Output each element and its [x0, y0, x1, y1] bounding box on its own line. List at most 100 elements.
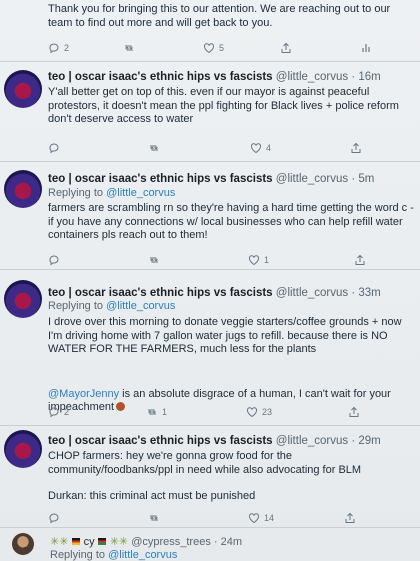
heart-icon [248, 255, 260, 266]
tweet-actions: 1 [48, 254, 368, 268]
analytics-button[interactable] [360, 42, 372, 54]
reply-button[interactable]: 2 [48, 406, 69, 418]
share-icon [281, 42, 291, 53]
reply-icon [49, 513, 59, 524]
heart-icon [248, 513, 260, 524]
replying-to-label: Replying to [50, 549, 109, 561]
reply-count: 2 [64, 407, 70, 417]
tweet-actions: 4 [48, 142, 368, 156]
tweet-header: teo | oscar isaac's ethnic hips vs fasci… [48, 173, 374, 185]
like-count: 5 [219, 43, 225, 53]
reply-target-link[interactable]: @little_corvus [108, 549, 177, 561]
twitter-thread-screen: Thank you for bringing this to our atten… [0, 0, 420, 561]
like-count: 1 [264, 255, 270, 265]
tweet-actions: 14 [48, 512, 368, 526]
heart-icon [203, 43, 215, 54]
handle-time: @little_corvus · 33m [275, 287, 381, 299]
reply-target-link[interactable]: @little_corvus [106, 300, 175, 312]
retweet-button[interactable] [148, 254, 160, 266]
tweet[interactable]: teo | oscar isaac's ethnic hips vs fasci… [0, 62, 420, 162]
like-count: 14 [264, 513, 275, 523]
display-name[interactable]: teo | oscar isaac's ethnic hips vs fasci… [48, 435, 273, 447]
share-button[interactable] [280, 42, 292, 54]
handle-time: @little_corvus · 16m [275, 71, 381, 83]
retweet-icon [125, 45, 133, 51]
avatar[interactable] [4, 280, 42, 318]
retweet-button[interactable]: 1 [146, 406, 167, 418]
avatar[interactable] [4, 430, 42, 468]
flag-icon [97, 538, 106, 545]
avatar[interactable] [4, 170, 42, 208]
retweet-icon [148, 409, 156, 415]
analytics-icon [362, 44, 370, 52]
like-button[interactable]: 23 [246, 406, 272, 418]
share-button[interactable] [354, 254, 366, 266]
retweet-button[interactable] [148, 142, 160, 154]
heart-icon [250, 143, 262, 154]
flag-icon [71, 538, 80, 545]
share-icon [355, 254, 365, 265]
tweet-text: I drove over this morning to donate vegg… [48, 316, 402, 355]
retweet-icon [150, 145, 158, 151]
replying-to-label: Replying to [48, 300, 107, 312]
display-name[interactable]: teo | oscar isaac's ethnic hips vs fasci… [48, 287, 273, 299]
replying-to-label: Replying to [48, 187, 107, 199]
reply-button[interactable] [48, 142, 60, 154]
display-name[interactable]: teo | oscar isaac's ethnic hips vs fasci… [48, 173, 273, 185]
reply-count: 2 [64, 43, 70, 53]
reply-button[interactable] [48, 512, 60, 524]
tweet[interactable]: teo | oscar isaac's ethnic hips vs fasci… [0, 426, 420, 528]
like-button[interactable]: 4 [250, 142, 271, 154]
replying-to: Replying to @little_corvus [48, 187, 175, 199]
handle-time: @little_corvus · 5m [275, 173, 375, 185]
tweet-actions: 2 1 23 [48, 406, 368, 420]
tweet-header: teo | oscar isaac's ethnic hips vs fasci… [48, 287, 381, 299]
flag-emoji-icon: ✳✳ [109, 536, 129, 548]
share-button[interactable] [344, 512, 356, 524]
display-name[interactable]: teo | oscar isaac's ethnic hips vs fasci… [48, 71, 273, 83]
retweet-icon [150, 257, 158, 263]
like-button[interactable]: 14 [248, 512, 274, 524]
tweet[interactable]: teo | oscar isaac's ethnic hips vs fasci… [0, 270, 420, 426]
handle-time: @cypress_trees · 24m [131, 536, 242, 548]
reply-icon [49, 143, 59, 154]
share-icon [349, 406, 359, 417]
reply-button[interactable] [48, 254, 60, 266]
tweet-text: CHOP farmers: hey we're gonna grow food … [48, 450, 362, 476]
tweet[interactable]: teo | oscar isaac's ethnic hips vs fasci… [0, 162, 420, 270]
share-icon [351, 142, 361, 153]
tweet-text: Thank you for bringing this to our atten… [48, 3, 391, 29]
tweet-header: teo | oscar isaac's ethnic hips vs fasci… [48, 435, 381, 447]
like-button[interactable]: 5 [203, 42, 224, 54]
avatar[interactable] [12, 533, 34, 555]
handle-time: @little_corvus · 29m [275, 435, 381, 447]
flag-emoji-icon: ✳✳ [50, 536, 69, 548]
heart-icon [246, 407, 258, 418]
tweet-partial-top[interactable]: Thank you for bringing this to our atten… [0, 0, 420, 62]
like-count: 4 [266, 143, 272, 153]
share-button[interactable] [348, 406, 360, 418]
avatar[interactable] [4, 70, 42, 108]
replying-to: Replying to @little_corvus [50, 549, 177, 561]
share-icon [345, 512, 355, 523]
reply-target-link[interactable]: @little_corvus [106, 187, 175, 199]
reply-icon [49, 407, 59, 418]
tweet-header: teo | oscar isaac's ethnic hips vs fasci… [48, 71, 381, 83]
share-button[interactable] [350, 142, 362, 154]
reply-icon [49, 43, 59, 54]
tweet-header: ✳✳ cy ✳✳ @cypress_trees · 24m [50, 535, 242, 548]
tweet-actions: 2 5 [48, 42, 370, 56]
tweet-text: Y'all better get on top of this. even if… [48, 86, 399, 125]
retweet-button[interactable] [148, 512, 160, 524]
like-count: 23 [262, 407, 273, 417]
mention-link[interactable]: @MayorJenny [48, 388, 119, 400]
retweet-count: 1 [162, 407, 168, 417]
reply-button[interactable]: 2 [48, 42, 69, 54]
display-name-fragment[interactable]: cy [84, 536, 95, 548]
tweet-text-second: Durkan: this criminal act must be punish… [48, 490, 256, 502]
like-button[interactable]: 1 [248, 254, 269, 266]
reply-icon [49, 255, 59, 266]
retweet-button[interactable] [123, 42, 135, 54]
retweet-icon [150, 515, 158, 521]
tweet-text: farmers are scrambling rn so they're hav… [48, 202, 414, 241]
